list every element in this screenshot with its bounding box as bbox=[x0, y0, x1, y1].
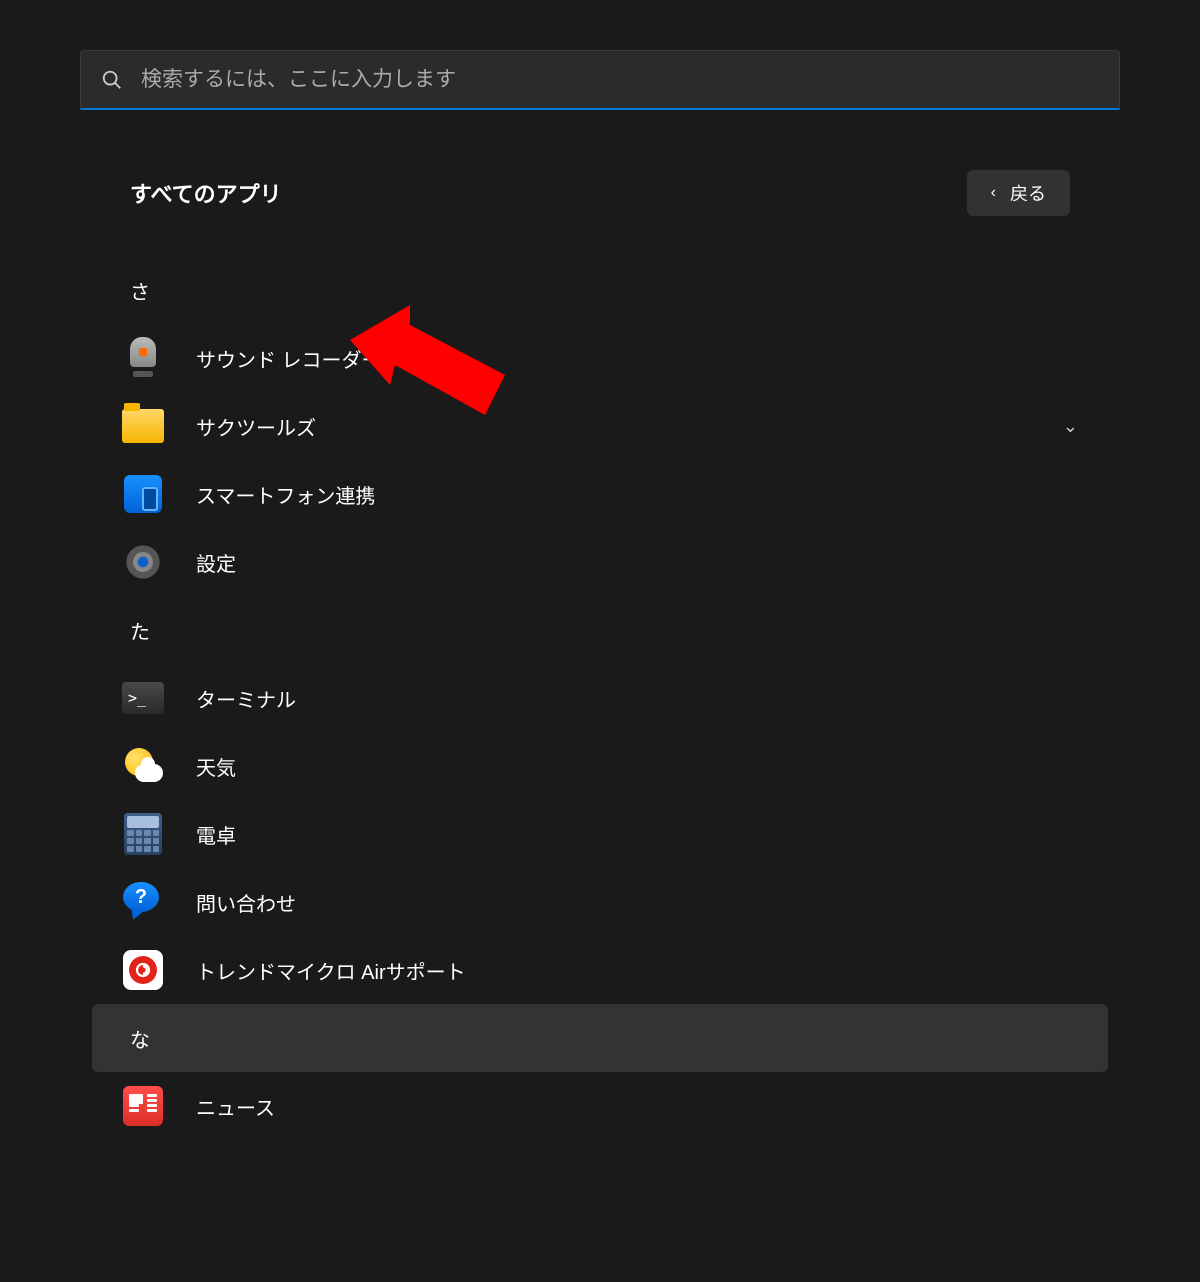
app-label: トレンドマイクロ Airサポート bbox=[196, 956, 1078, 985]
chevron-left-icon: ‹ bbox=[991, 184, 996, 202]
back-button[interactable]: ‹ 戻る bbox=[967, 170, 1070, 216]
app-saku-tools-folder[interactable]: サクツールズ ⌄ bbox=[92, 392, 1108, 460]
search-box[interactable] bbox=[80, 50, 1120, 110]
gear-icon bbox=[122, 541, 164, 583]
app-label: 問い合わせ bbox=[196, 888, 1078, 917]
search-icon bbox=[101, 69, 123, 91]
feedback-icon: ? bbox=[122, 881, 164, 923]
all-apps-title: すべてのアプリ bbox=[130, 177, 282, 209]
folder-icon bbox=[122, 405, 164, 447]
chevron-down-icon: ⌄ bbox=[1063, 416, 1078, 437]
app-label: スマートフォン連携 bbox=[196, 480, 1078, 509]
app-label: 設定 bbox=[196, 548, 1078, 577]
search-input[interactable] bbox=[141, 68, 1099, 92]
app-label: 天気 bbox=[196, 752, 1078, 781]
group-header-sa[interactable]: さ bbox=[92, 256, 1108, 324]
group-header-ta[interactable]: た bbox=[92, 596, 1108, 664]
app-weather[interactable]: 天気 bbox=[92, 732, 1108, 800]
calculator-icon bbox=[122, 813, 164, 855]
weather-icon bbox=[122, 745, 164, 787]
app-calculator[interactable]: 電卓 bbox=[92, 800, 1108, 868]
app-feedback[interactable]: ? 問い合わせ bbox=[92, 868, 1108, 936]
app-label: サクツールズ bbox=[196, 412, 1063, 441]
app-phone-link[interactable]: スマートフォン連携 bbox=[92, 460, 1108, 528]
terminal-icon: >_ bbox=[122, 677, 164, 719]
app-trend-micro[interactable]: トレンドマイクロ Airサポート bbox=[92, 936, 1108, 1004]
app-label: ターミナル bbox=[196, 684, 1078, 713]
app-label: ニュース bbox=[196, 1092, 1078, 1121]
app-sound-recorder[interactable]: サウンド レコーダー bbox=[92, 324, 1108, 392]
sound-recorder-icon bbox=[122, 337, 164, 379]
news-icon bbox=[122, 1085, 164, 1127]
group-header-na[interactable]: な bbox=[92, 1004, 1108, 1072]
trend-micro-icon bbox=[122, 949, 164, 991]
app-list: さ サウンド レコーダー サクツールズ ⌄ スマートフォン連携 bbox=[50, 256, 1150, 1140]
header-row: すべてのアプリ ‹ 戻る bbox=[50, 170, 1150, 216]
app-news[interactable]: ニュース bbox=[92, 1072, 1108, 1140]
phone-link-icon bbox=[122, 473, 164, 515]
app-terminal[interactable]: >_ ターミナル bbox=[92, 664, 1108, 732]
start-menu-all-apps: すべてのアプリ ‹ 戻る さ サウンド レコーダー サクツールズ ⌄ スマートフ… bbox=[50, 0, 1150, 1140]
back-label: 戻る bbox=[1010, 180, 1046, 206]
app-label: 電卓 bbox=[196, 820, 1078, 849]
app-label: サウンド レコーダー bbox=[196, 344, 1078, 373]
app-settings[interactable]: 設定 bbox=[92, 528, 1108, 596]
